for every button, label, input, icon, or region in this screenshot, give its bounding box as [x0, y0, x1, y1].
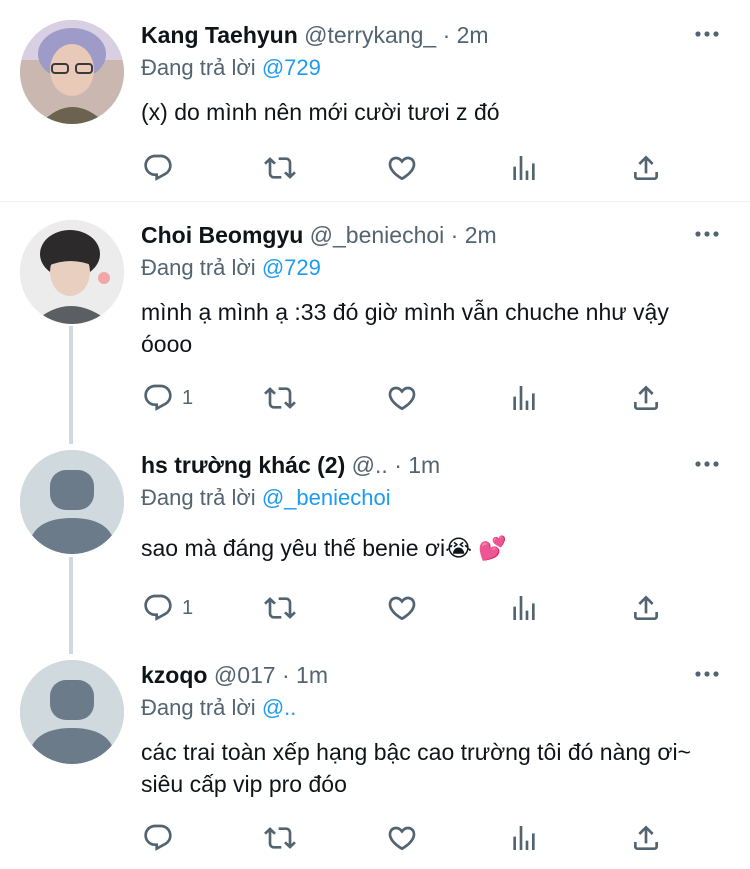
reply-button[interactable]: 1 [142, 378, 193, 418]
share-button[interactable] [630, 378, 662, 418]
mention-link[interactable]: @_beniechoi [262, 485, 391, 510]
tweet-header: Kang Taehyun @terrykang_ · 2m [141, 20, 680, 50]
reply-button[interactable]: 1 [142, 588, 193, 628]
tweet-text: mình ạ mình ạ :33 đó giờ mình vẫn chuche… [141, 299, 669, 357]
replying-to: Đang trả lời @729 [141, 253, 321, 283]
analytics-icon [508, 822, 540, 854]
reply-count: 1 [182, 386, 194, 409]
display-name[interactable]: Choi Beomgyu [141, 222, 303, 248]
retweet-button[interactable] [264, 588, 296, 628]
like-button[interactable] [386, 148, 418, 188]
action-bar: 1 [0, 378, 750, 418]
reply-count: 1 [182, 596, 194, 619]
photo-avatar-icon [20, 20, 124, 124]
timestamp[interactable]: 2m [457, 22, 489, 48]
like-icon [386, 822, 418, 854]
reply-icon [142, 152, 174, 184]
like-icon [386, 382, 418, 414]
action-bar: 1 [0, 588, 750, 628]
retweet-icon [264, 382, 296, 414]
avatar[interactable] [20, 660, 124, 764]
separator-dot: · [394, 452, 402, 478]
replying-to: Đang trả lời @729 [141, 53, 321, 83]
tweet[interactable]: kzoqo @017 · 1m Đang trả lời @.. các tra… [0, 660, 750, 869]
like-icon [386, 592, 418, 624]
replying-to-label: Đang trả lời [141, 55, 256, 80]
replying-to: Đang trả lời @.. [141, 693, 296, 723]
avatar[interactable] [20, 450, 124, 554]
separator-dot: · [442, 22, 451, 48]
reply-button[interactable] [142, 818, 182, 858]
default-avatar-icon [20, 660, 124, 764]
reply-icon [142, 382, 174, 414]
analytics-button[interactable] [508, 148, 540, 188]
user-handle[interactable]: @terrykang_ [304, 22, 436, 48]
analytics-icon [508, 382, 540, 414]
like-button[interactable] [386, 378, 418, 418]
tweet[interactable]: hs trường khác (2) @.. · 1m Đang trả lời… [0, 450, 750, 640]
share-button[interactable] [630, 148, 662, 188]
analytics-button[interactable] [508, 378, 540, 418]
replying-to: Đang trả lời @_beniechoi [141, 483, 391, 513]
reply-icon [142, 592, 174, 624]
share-button[interactable] [630, 588, 662, 628]
avatar[interactable] [20, 220, 124, 324]
user-handle[interactable]: @_beniechoi [310, 222, 445, 248]
action-bar [0, 148, 750, 188]
display-name[interactable]: kzoqo [141, 662, 207, 688]
like-button[interactable] [386, 588, 418, 628]
reply-button[interactable] [142, 148, 182, 188]
analytics-button[interactable] [508, 818, 540, 858]
retweet-button[interactable] [264, 818, 296, 858]
user-handle[interactable]: @017 [214, 662, 276, 688]
separator-dot: · [281, 662, 290, 688]
photo-avatar-icon [20, 220, 124, 324]
tweet-text: các trai toàn xếp hạng bậc cao trường tô… [141, 739, 691, 797]
share-icon [630, 152, 662, 184]
mention-link[interactable]: @729 [262, 55, 321, 80]
mention-link[interactable]: @729 [262, 255, 321, 280]
tweet-header: kzoqo @017 · 1m [141, 660, 680, 690]
tweet-header: hs trường khác (2) @.. · 1m [141, 450, 680, 480]
retweet-icon [264, 822, 296, 854]
like-icon [386, 152, 418, 184]
retweet-icon [264, 152, 296, 184]
tweet[interactable]: Kang Taehyun @terrykang_ · 2m Đang trả l… [0, 20, 750, 200]
share-button[interactable] [630, 818, 662, 858]
tweet-text: sao mà đáng yêu thế benie ơi😭 💕 [141, 535, 507, 561]
analytics-button[interactable] [508, 588, 540, 628]
tweet-text: (x) do mình nên mới cười tươi z đó [141, 99, 500, 125]
retweet-button[interactable] [264, 148, 296, 188]
more-icon[interactable] [694, 224, 720, 244]
mention-link[interactable]: @.. [262, 695, 297, 720]
tweet-header: Choi Beomgyu @_beniechoi · 2m [141, 220, 680, 250]
share-icon [630, 592, 662, 624]
share-icon [630, 382, 662, 414]
replying-to-label: Đang trả lời [141, 255, 256, 280]
replying-to-label: Đang trả lời [141, 485, 256, 510]
analytics-icon [508, 592, 540, 624]
replying-to-label: Đang trả lời [141, 695, 256, 720]
action-bar [0, 818, 750, 858]
avatar[interactable] [20, 20, 124, 124]
display-name[interactable]: hs trường khác (2) [141, 452, 345, 478]
user-handle[interactable]: @.. [352, 452, 388, 478]
divider [0, 201, 750, 202]
share-icon [630, 822, 662, 854]
more-icon[interactable] [694, 24, 720, 44]
tweet[interactable]: Choi Beomgyu @_beniechoi · 2m Đang trả l… [0, 220, 750, 430]
display-name[interactable]: Kang Taehyun [141, 22, 298, 48]
retweet-button[interactable] [264, 378, 296, 418]
separator-dot: · [450, 222, 459, 248]
retweet-icon [264, 592, 296, 624]
timestamp[interactable]: 1m [296, 662, 328, 688]
timestamp[interactable]: 2m [465, 222, 497, 248]
analytics-icon [508, 152, 540, 184]
more-icon[interactable] [694, 454, 720, 474]
reply-icon [142, 822, 174, 854]
default-avatar-icon [20, 450, 124, 554]
timestamp[interactable]: 1m [408, 452, 440, 478]
more-icon[interactable] [694, 664, 720, 684]
like-button[interactable] [386, 818, 418, 858]
